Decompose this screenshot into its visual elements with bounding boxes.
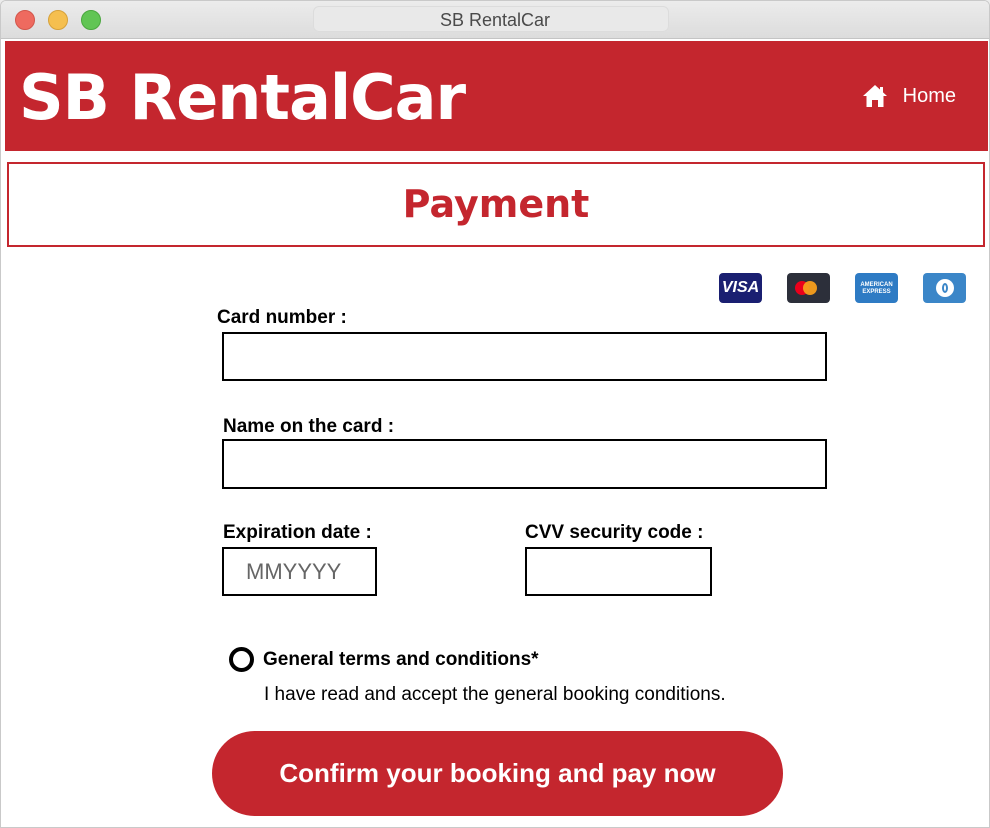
diners-icon	[923, 273, 966, 303]
amex-icon: AMERICAN EXPRESS	[855, 273, 898, 303]
home-link[interactable]: Home	[861, 83, 956, 109]
cvv-input[interactable]	[525, 547, 712, 596]
site-header: SB RentalCar Home	[5, 41, 988, 151]
title-bar: SB RentalCar	[1, 1, 989, 39]
confirm-pay-button[interactable]: Confirm your booking and pay now	[212, 731, 783, 816]
expiration-date-input[interactable]	[222, 547, 377, 596]
accepted-cards: VISA AMERICAN EXPRESS	[719, 273, 966, 303]
name-on-card-label: Name on the card :	[223, 416, 395, 437]
window-title: SB RentalCar	[439, 10, 551, 30]
terms-radio[interactable]	[229, 647, 254, 672]
brand-logo-text[interactable]: SB RentalCar	[19, 61, 466, 134]
expiration-date-label: Expiration date :	[223, 522, 372, 543]
cvv-label: CVV security code :	[525, 522, 704, 543]
page-title-box: Payment	[7, 162, 985, 247]
name-on-card-input[interactable]	[222, 439, 827, 489]
terms-description: I have read and accept the general booki…	[264, 684, 726, 705]
app-window: SB RentalCar SB RentalCar Home Payment V…	[0, 0, 990, 828]
card-number-input[interactable]	[222, 332, 827, 381]
home-link-label: Home	[902, 84, 956, 107]
page-title: Payment	[402, 182, 590, 226]
terms-title[interactable]: General terms and conditions*	[263, 649, 539, 671]
visa-icon: VISA	[719, 273, 762, 303]
card-number-label: Card number :	[217, 307, 347, 328]
mastercard-icon	[787, 273, 830, 303]
home-icon	[862, 85, 887, 107]
